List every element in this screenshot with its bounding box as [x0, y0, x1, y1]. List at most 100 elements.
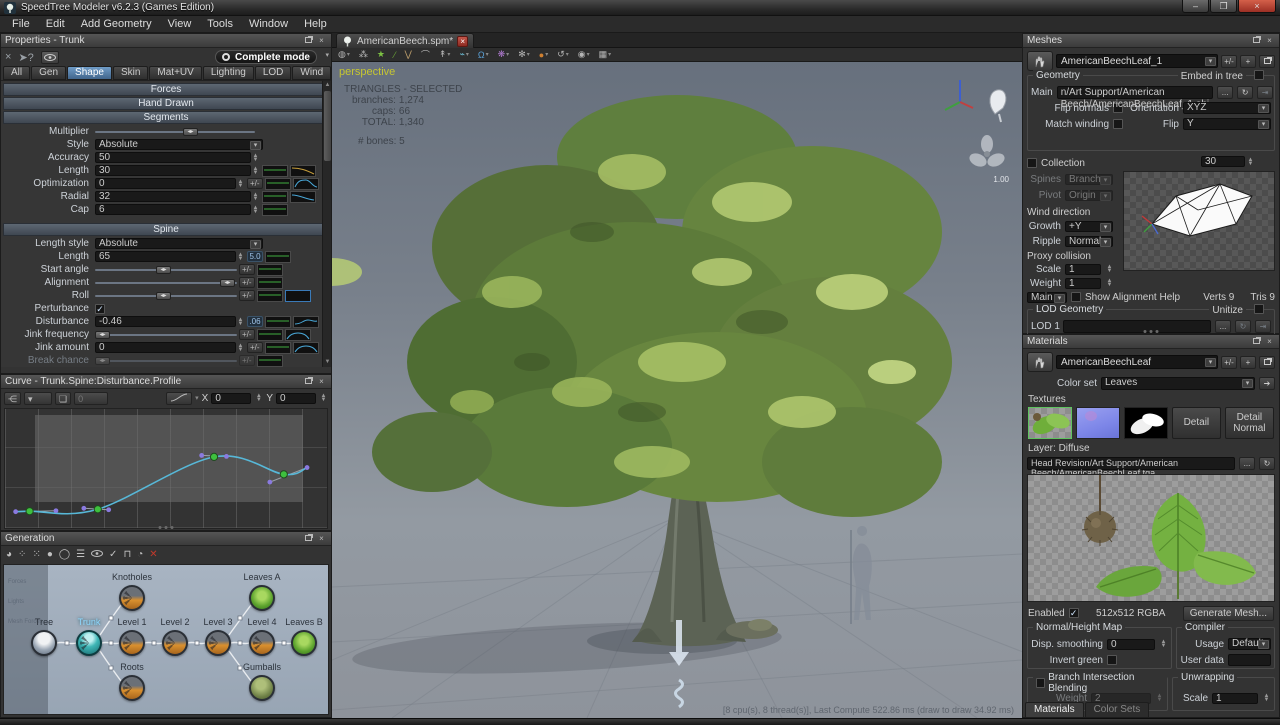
profile-curve-thumb[interactable]	[265, 316, 291, 328]
tab-lod[interactable]: LOD	[255, 66, 292, 80]
disturbance-field[interactable]: -0.46	[95, 316, 236, 327]
node-knotholes[interactable]	[119, 585, 145, 611]
detail-button[interactable]: Detail	[1172, 407, 1221, 439]
unwrap-scale-field[interactable]: 1	[1212, 693, 1258, 704]
leaves-icon[interactable]: ★	[377, 49, 385, 60]
close-panel-icon[interactable]: ×	[316, 377, 327, 387]
main-path-field[interactable]: n/Art Support/American Beech/AmericanBee…	[1057, 86, 1213, 99]
accuracy-field[interactable]: 50	[95, 152, 251, 163]
tab-all[interactable]: All	[3, 66, 30, 80]
profile-curve-thumb[interactable]	[257, 329, 283, 341]
break-chance-slider[interactable]: ◂▸	[95, 355, 237, 366]
diffuse-path-field[interactable]: Head Revision/Art Support/American Beech…	[1027, 457, 1235, 470]
collection-checkbox[interactable]	[1027, 158, 1037, 168]
spine-length-field[interactable]: 65	[95, 251, 236, 262]
variance-curve-thumb[interactable]	[293, 342, 319, 354]
float-panel-icon[interactable]	[303, 377, 314, 387]
season-icon[interactable]: ✻▾	[518, 49, 530, 60]
roll-slider[interactable]: ◂▸	[95, 290, 237, 301]
curve-x-field[interactable]: 0	[211, 393, 251, 404]
profile-curve-thumb[interactable]	[265, 251, 291, 263]
unitize-checkbox[interactable]	[1254, 304, 1264, 314]
spines-dropdown[interactable]: Branches▾	[1065, 174, 1113, 185]
embed-checkbox[interactable]	[1254, 70, 1264, 80]
close-button[interactable]: ×	[1238, 0, 1276, 13]
plus-minus-button[interactable]: +/-	[247, 342, 263, 353]
pin-hand-icon[interactable]	[1027, 51, 1053, 71]
variance-curve-thumb[interactable]	[290, 165, 316, 177]
minimize-button[interactable]: –	[1182, 0, 1209, 13]
segment-icon[interactable]: ⌁▾	[459, 49, 468, 60]
complete-mode-button[interactable]: Complete mode	[215, 50, 317, 64]
tab-shape[interactable]: Shape	[67, 66, 112, 80]
whats-this-cursor-icon[interactable]: ➤?	[18, 51, 33, 64]
panel-splitter[interactable]	[159, 526, 174, 529]
match-winding-checkbox[interactable]	[1113, 119, 1123, 129]
mesh-selector-dropdown[interactable]: AmericanBeechLeaf_1▾	[1056, 54, 1218, 68]
curve-mode-icon[interactable]: ⋲	[4, 392, 21, 405]
curve-canvas[interactable]	[4, 408, 328, 529]
length-field[interactable]: 30	[95, 165, 251, 176]
variance-badge[interactable]: .06	[247, 316, 263, 327]
reload-icon[interactable]: ↻	[1237, 86, 1253, 99]
branch-intersection-checkbox[interactable]	[1036, 678, 1045, 688]
close-panel-icon[interactable]: ×	[1264, 36, 1275, 46]
grass-icon[interactable]: ⁄	[394, 50, 396, 60]
variance-curve-thumb[interactable]	[285, 329, 311, 341]
branch-icon[interactable]: ⋁	[404, 49, 411, 60]
orientation-dropdown[interactable]: XYZ▾	[1183, 102, 1271, 114]
sphere-icon[interactable]: ●	[47, 549, 53, 560]
growth-icon[interactable]: ↟▾	[439, 49, 451, 60]
menu-tools[interactable]: Tools	[199, 16, 241, 32]
usage-dropdown[interactable]: Default▾	[1228, 638, 1271, 650]
reload-icon[interactable]: ↻	[1259, 457, 1275, 470]
lasso-icon[interactable]: ◯	[59, 549, 70, 560]
close-panel-icon[interactable]: ×	[316, 534, 327, 544]
eye-icon[interactable]	[91, 549, 103, 560]
menu-view[interactable]: View	[160, 16, 200, 32]
keyframe-icon[interactable]: ●▾	[539, 50, 548, 60]
camera-mode-label[interactable]: perspective	[339, 66, 395, 78]
grid-size-field[interactable]: 30	[1201, 156, 1245, 167]
snap-icon[interactable]: ◔	[137, 549, 143, 560]
radial-field[interactable]: 32	[95, 191, 251, 202]
jink-amount-field[interactable]: 0	[95, 342, 236, 353]
apply-color-set-icon[interactable]: ➔	[1259, 377, 1275, 390]
scale-field[interactable]: 1	[1065, 264, 1101, 275]
eye-icon[interactable]	[41, 51, 59, 64]
normal-texture-thumb[interactable]	[1076, 407, 1120, 439]
alignment-help-checkbox[interactable]	[1071, 292, 1081, 302]
invert-green-checkbox[interactable]	[1107, 655, 1117, 665]
menu-add-geometry[interactable]: Add Geometry	[73, 16, 160, 32]
color-set-dropdown[interactable]: Leaves▾	[1101, 377, 1255, 390]
material-add-button[interactable]: +	[1240, 356, 1256, 369]
length-style-dropdown[interactable]: Absolute▾	[95, 238, 263, 249]
close-panel-icon[interactable]: ×	[1264, 337, 1275, 347]
roll-curve-thumb[interactable]	[285, 290, 311, 302]
tab-wind[interactable]: Wind	[292, 66, 331, 80]
forces-icon[interactable]: Ω▾	[478, 50, 489, 60]
browse-button[interactable]: ...	[1217, 86, 1233, 99]
viewport-3d[interactable]: perspective TRIANGLES - SELECTED branche…	[332, 62, 1022, 718]
curve-shape-caret-icon[interactable]: ▾	[195, 394, 199, 402]
curve-y-field[interactable]: 0	[276, 393, 316, 404]
pin-hand-icon[interactable]	[1027, 352, 1053, 372]
browse-button[interactable]: ...	[1239, 457, 1255, 470]
node-edit-icon[interactable]: ◍▾	[338, 49, 350, 60]
node-gumballs[interactable]	[249, 675, 275, 701]
variance-curve-thumb[interactable]	[293, 178, 319, 190]
plus-minus-button[interactable]: +/-	[239, 290, 255, 301]
plus-minus-button[interactable]: +/-	[247, 178, 263, 189]
float-panel-icon[interactable]	[1251, 36, 1262, 46]
curve-value-field[interactable]: 0	[74, 392, 108, 405]
float-panel-icon[interactable]	[303, 36, 314, 46]
node-level-4[interactable]	[249, 630, 275, 656]
mesh-add-button[interactable]: +	[1240, 55, 1256, 68]
mode-dropdown-caret-icon[interactable]: ▾	[325, 51, 329, 59]
texture-preview[interactable]	[1027, 474, 1275, 602]
variance-curve-thumb[interactable]	[290, 191, 316, 203]
menu-window[interactable]: Window	[241, 16, 296, 32]
node-tree[interactable]	[31, 630, 57, 656]
tab-color-sets[interactable]: Color Sets	[1085, 702, 1150, 717]
profile-curve-thumb[interactable]	[257, 355, 283, 367]
